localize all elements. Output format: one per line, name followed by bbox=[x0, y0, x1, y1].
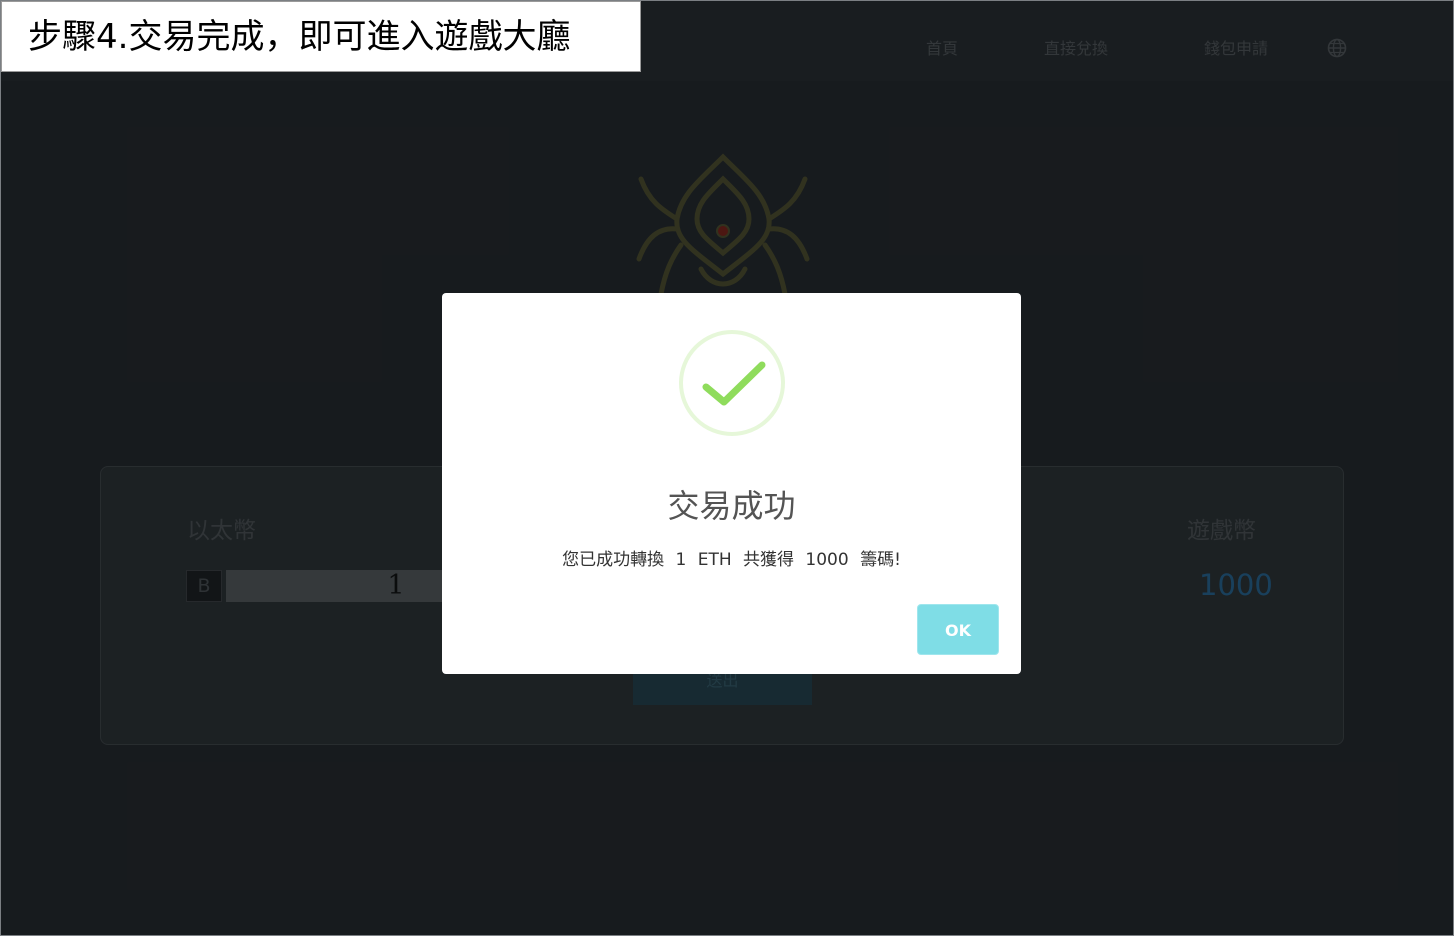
ok-button[interactable]: OK bbox=[917, 604, 999, 655]
dialog-message: 您已成功轉換 1 ETH 共獲得 1000 籌碼! bbox=[562, 550, 901, 570]
checkmark-icon bbox=[679, 330, 785, 436]
step-caption-banner: 步驟4.交易完成，即可進入遊戲大廳 bbox=[1, 1, 641, 72]
success-dialog: 交易成功 您已成功轉換 1 ETH 共獲得 1000 籌碼! OK bbox=[442, 293, 1021, 674]
app-window: 首頁 直接兌換 錢包申請 以太幣 遊戲幣 B 1 1000 送出 交易成功 您已… bbox=[0, 0, 1454, 936]
dialog-title: 交易成功 bbox=[667, 487, 796, 525]
